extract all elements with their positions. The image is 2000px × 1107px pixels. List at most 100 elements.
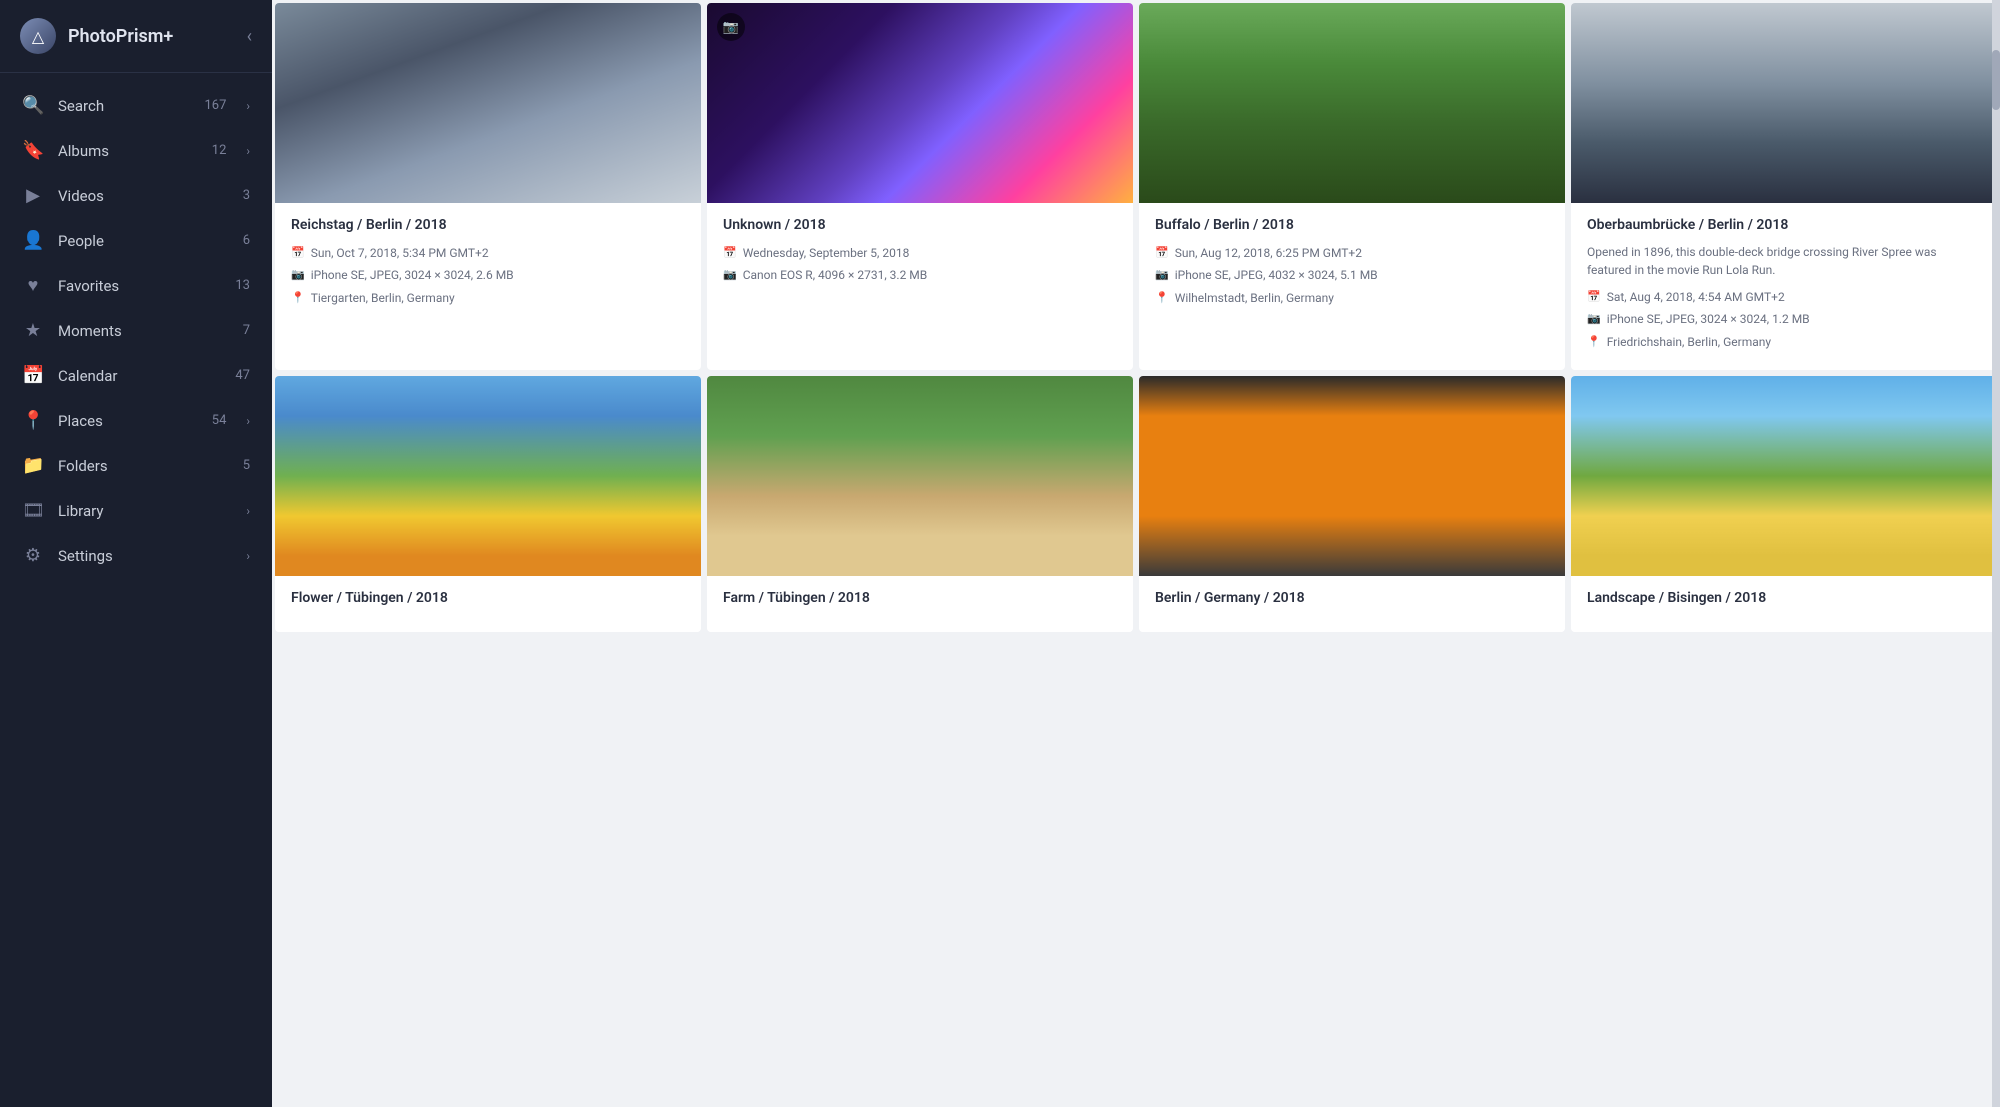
photo-image-berlin-graffiti <box>1139 376 1565 576</box>
sidebar-label-settings: Settings <box>58 547 226 565</box>
photo-card-berlin-graffiti[interactable]: ♡ Berlin / Germany / 2018 <box>1139 376 1565 632</box>
photo-thumbnail-buffalo: ♡ <box>1139 3 1565 203</box>
main-content: ♡ Reichstag / Berlin / 2018 📅 Sun, Oct 7… <box>272 0 2000 1107</box>
chevron-library-icon: › <box>246 504 250 518</box>
photo-location-reichstag: Tiergarten, Berlin, Germany <box>311 288 455 308</box>
sidebar-item-search[interactable]: 🔍 Search 167 › <box>0 83 272 128</box>
calendar-icon: 📅 <box>723 244 737 263</box>
photo-info-buffalo: Buffalo / Berlin / 2018 📅 Sun, Aug 12, 2… <box>1139 203 1565 326</box>
scroll-thumb[interactable] <box>1992 50 2000 110</box>
chevron-search-icon: › <box>246 99 250 113</box>
photo-info-reichstag: Reichstag / Berlin / 2018 📅 Sun, Oct 7, … <box>275 203 701 326</box>
photo-date-row-unknown: 📅 Wednesday, September 5, 2018 <box>723 243 1117 263</box>
sidebar-item-people[interactable]: 👤 People 6 <box>0 218 272 263</box>
logo-icon: △ <box>20 18 56 54</box>
sidebar-item-calendar[interactable]: 📅 Calendar 47 <box>0 353 272 398</box>
photo-camera-buffalo: iPhone SE, JPEG, 4032 × 3024, 5.1 MB <box>1175 265 1378 285</box>
sidebar-header: △ PhotoPrism+ ‹ <box>0 0 272 73</box>
calendar-icon: 📅 <box>1587 288 1601 307</box>
photo-title-oberbaum: Oberbaumbrücke / Berlin / 2018 <box>1587 217 1981 233</box>
photo-camera-row-unknown: 📷 Canon EOS R, 4096 × 2731, 3.2 MB <box>723 265 1117 285</box>
pin-icon: 📍 <box>1155 289 1169 308</box>
camera-badge-unknown: 📷 <box>717 13 745 41</box>
photo-description-oberbaum: Opened in 1896, this double-deck bridge … <box>1587 243 1981 279</box>
photo-image-flower <box>275 376 701 576</box>
library-icon: 🎞 <box>22 500 44 521</box>
photo-camera-oberbaum: iPhone SE, JPEG, 3024 × 3024, 1.2 MB <box>1607 309 1810 329</box>
favorites-icon: ♥ <box>22 275 44 296</box>
sidebar-label-people: People <box>58 232 216 250</box>
photo-thumbnail-farm: ♡ <box>707 376 1133 576</box>
photo-date-row-reichstag: 📅 Sun, Oct 7, 2018, 5:34 PM GMT+2 <box>291 243 685 263</box>
photo-meta-buffalo: 📅 Sun, Aug 12, 2018, 6:25 PM GMT+2 📷 iPh… <box>1155 243 1549 308</box>
photo-location-row-reichstag: 📍 Tiergarten, Berlin, Germany <box>291 288 685 308</box>
photo-camera-row-reichstag: 📷 iPhone SE, JPEG, 3024 × 3024, 2.6 MB <box>291 265 685 285</box>
photo-camera-unknown: Canon EOS R, 4096 × 2731, 3.2 MB <box>743 265 928 285</box>
photo-location-row-buffalo: 📍 Wilhelmstadt, Berlin, Germany <box>1155 288 1549 308</box>
sidebar-item-moments[interactable]: ★ Moments 7 <box>0 308 272 353</box>
photo-thumbnail-landscape: ♡ <box>1571 376 1997 576</box>
photo-info-flower: Flower / Tübingen / 2018 <box>275 576 701 632</box>
camera-icon: 📷 <box>1155 266 1169 285</box>
photo-date-buffalo: Sun, Aug 12, 2018, 6:25 PM GMT+2 <box>1175 243 1362 263</box>
photo-title-berlin-graffiti: Berlin / Germany / 2018 <box>1155 590 1549 606</box>
sidebar-nav: 🔍 Search 167 › 🔖 Albums 12 › ▶ Videos 3 … <box>0 73 272 1107</box>
sidebar-count-calendar: 47 <box>230 368 250 383</box>
photo-image-landscape <box>1571 376 1997 576</box>
photo-thumbnail-berlin-graffiti: ♡ <box>1139 376 1565 576</box>
folders-icon: 📁 <box>22 455 44 476</box>
sidebar-item-folders[interactable]: 📁 Folders 5 <box>0 443 272 488</box>
photo-thumbnail-oberbaum: ♡ <box>1571 3 1997 203</box>
sidebar-count-folders: 5 <box>230 458 250 473</box>
sidebar-count-albums: 12 <box>206 143 226 158</box>
photo-card-landscape[interactable]: ♡ Landscape / Bisingen / 2018 <box>1571 376 1997 632</box>
sidebar-item-settings[interactable]: ⚙ Settings › <box>0 533 272 578</box>
photo-card-oberbaum[interactable]: ♡ Oberbaumbrücke / Berlin / 2018 Opened … <box>1571 3 1997 370</box>
sidebar-count-favorites: 13 <box>230 278 250 293</box>
scrollbar[interactable] <box>1992 0 2000 1107</box>
sidebar-count-search: 167 <box>204 98 226 113</box>
sidebar-label-calendar: Calendar <box>58 367 216 385</box>
photo-image-reichstag <box>275 3 701 203</box>
calendar-icon: 📅 <box>22 365 44 386</box>
sidebar-count-places: 54 <box>206 413 226 428</box>
sidebar-item-albums[interactable]: 🔖 Albums 12 › <box>0 128 272 173</box>
sidebar-label-albums: Albums <box>58 142 192 160</box>
photo-thumbnail-unknown: 📷 ♡ <box>707 3 1133 203</box>
photo-grid: ♡ Reichstag / Berlin / 2018 📅 Sun, Oct 7… <box>272 0 2000 635</box>
sidebar-item-videos[interactable]: ▶ Videos 3 <box>0 173 272 218</box>
sidebar-label-folders: Folders <box>58 457 216 475</box>
photo-card-unknown[interactable]: 📷 ♡ Unknown / 2018 📅 Wednesday, Septembe… <box>707 3 1133 370</box>
sidebar-label-videos: Videos <box>58 187 216 205</box>
photo-meta-oberbaum: Opened in 1896, this double-deck bridge … <box>1587 243 1981 352</box>
photo-card-reichstag[interactable]: ♡ Reichstag / Berlin / 2018 📅 Sun, Oct 7… <box>275 3 701 370</box>
videos-icon: ▶ <box>22 185 44 206</box>
camera-icon: 📷 <box>291 266 305 285</box>
photo-info-berlin-graffiti: Berlin / Germany / 2018 <box>1139 576 1565 632</box>
photo-info-unknown: Unknown / 2018 📅 Wednesday, September 5,… <box>707 203 1133 304</box>
sidebar-label-moments: Moments <box>58 322 216 340</box>
sidebar-label-library: Library <box>58 502 226 520</box>
chevron-settings-icon: › <box>246 549 250 563</box>
photo-location-buffalo: Wilhelmstadt, Berlin, Germany <box>1175 288 1334 308</box>
chevron-albums-icon: › <box>246 144 250 158</box>
app-logo: △ PhotoPrism+ <box>20 18 173 54</box>
sidebar-item-library[interactable]: 🎞 Library › <box>0 488 272 533</box>
photo-image-farm <box>707 376 1133 576</box>
photo-date-oberbaum: Sat, Aug 4, 2018, 4:54 AM GMT+2 <box>1607 287 1785 307</box>
people-icon: 👤 <box>22 230 44 251</box>
photo-title-buffalo: Buffalo / Berlin / 2018 <box>1155 217 1549 233</box>
photo-location-row-oberbaum: 📍 Friedrichshain, Berlin, Germany <box>1587 332 1981 352</box>
sidebar-item-favorites[interactable]: ♥ Favorites 13 <box>0 263 272 308</box>
photo-card-flower[interactable]: ♡ Flower / Tübingen / 2018 <box>275 376 701 632</box>
photo-card-buffalo[interactable]: ♡ Buffalo / Berlin / 2018 📅 Sun, Aug 12,… <box>1139 3 1565 370</box>
photo-card-farm[interactable]: ♡ Farm / Tübingen / 2018 <box>707 376 1133 632</box>
sidebar-item-places[interactable]: 📍 Places 54 › <box>0 398 272 443</box>
photo-date-unknown: Wednesday, September 5, 2018 <box>743 243 910 263</box>
photo-image-unknown <box>707 3 1133 203</box>
photo-location-oberbaum: Friedrichshain, Berlin, Germany <box>1607 332 1771 352</box>
settings-icon: ⚙ <box>22 545 44 566</box>
sidebar-collapse-button[interactable]: ‹ <box>247 26 252 47</box>
photo-camera-row-buffalo: 📷 iPhone SE, JPEG, 4032 × 3024, 5.1 MB <box>1155 265 1549 285</box>
sidebar-count-videos: 3 <box>230 188 250 203</box>
